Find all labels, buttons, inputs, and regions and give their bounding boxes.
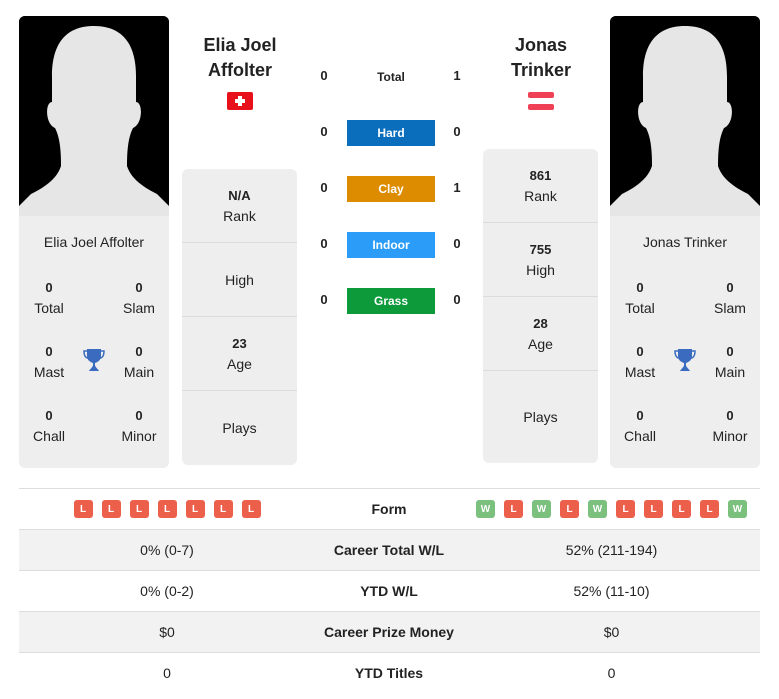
player1-total-titles: 0 Total	[34, 280, 64, 316]
form-win-badge[interactable]: W	[588, 500, 607, 518]
form-loss-badge[interactable]: L	[129, 500, 149, 518]
ytd-wl-row: 0% (0-2) YTD W/L 52% (11-10)	[19, 571, 760, 612]
career-wl-label: Career Total W/L	[333, 542, 445, 558]
h2h-clay-row: 0 Clay 1	[310, 176, 470, 202]
player2-chall-titles: 0 Chall	[624, 408, 656, 444]
player2-plays: Plays	[523, 409, 558, 425]
player1-age: 23 Age	[182, 317, 297, 391]
austria-flag-icon	[528, 92, 554, 110]
player2-mast-titles: 0 Mast	[624, 344, 656, 380]
form-loss-badge[interactable]: L	[700, 500, 719, 518]
trophy-icon	[82, 347, 106, 378]
player2-ytd-wl: 52% (11-10)	[573, 583, 650, 599]
form-loss-badge[interactable]: L	[672, 500, 691, 518]
player2-card: Jonas Trinker 0 Total 0 Slam 0 Mast 0 Main 0…	[610, 216, 760, 468]
player2-slam-titles: 0 Slam	[714, 280, 746, 316]
form-loss-badge[interactable]: L	[213, 500, 233, 518]
h2h-hard-row: 0 Hard 0	[310, 120, 470, 146]
form-loss-badge[interactable]: L	[644, 500, 663, 518]
form-loss-badge[interactable]: L	[241, 500, 261, 518]
player1-career-wl: 0% (0-7)	[140, 542, 194, 558]
comparison-table: LLLLLLL Form WLWLWLLLLW 0% (0-7) Career …	[19, 488, 760, 694]
player1-slam-titles: 0 Slam	[123, 280, 155, 316]
player2-minor-titles: 0 Minor	[712, 408, 748, 444]
form-win-badge[interactable]: W	[532, 500, 551, 518]
form-label: Form	[371, 501, 407, 517]
switzerland-flag-icon	[227, 92, 253, 110]
player1-plays: Plays	[222, 420, 257, 436]
form-win-badge[interactable]: W	[728, 500, 747, 518]
form-loss-badge[interactable]: L	[101, 500, 121, 518]
player1-high: High	[182, 243, 297, 317]
form-loss-badge[interactable]: L	[560, 500, 579, 518]
player1-ytd-titles: 0	[163, 665, 171, 681]
player2-ytd-titles: 0	[607, 665, 616, 681]
player1-prize-money: $0	[159, 624, 175, 640]
person-silhouette-icon	[19, 16, 169, 216]
career-wl-row: 0% (0-7) Career Total W/L 52% (211-194)	[19, 530, 760, 571]
form-row: LLLLLLL Form WLWLWLLLLW	[19, 489, 760, 530]
surface-clay-badge: Clay	[347, 176, 435, 202]
player2-main-titles: 0 Main	[714, 344, 746, 380]
player1-photo	[19, 16, 169, 216]
form-loss-badge[interactable]: L	[616, 500, 635, 518]
ytd-titles-label: YTD Titles	[354, 665, 424, 681]
player1-rank: N/A Rank	[182, 169, 297, 243]
form-loss-badge[interactable]: L	[504, 500, 523, 518]
player1-name[interactable]: Elia Joel Affolter	[175, 33, 305, 83]
player2-career-wl: 52% (211-194)	[565, 542, 658, 558]
player1-card: Elia Joel Affolter 0 Total 0 Slam 0 Mast 0M…	[19, 216, 169, 468]
form-loss-badge[interactable]: L	[73, 500, 93, 518]
player2-photo	[610, 16, 760, 216]
player2-rank: 861 Rank	[483, 149, 598, 223]
player1-chall-titles: 0 Chall	[33, 408, 65, 444]
player1-card-name: Elia Joel Affolter	[43, 234, 145, 250]
prize-money-row: $0 Career Prize Money $0	[19, 612, 760, 653]
ytd-wl-label: YTD W/L	[360, 583, 418, 599]
player1-minor-titles: 0 Minor	[121, 408, 157, 444]
surface-indoor-badge: Indoor	[347, 232, 435, 258]
player1-mast-titles: 0 Mast	[33, 344, 65, 380]
h2h-total-row: 0 Total 1	[310, 64, 470, 90]
surface-hard-badge: Hard	[347, 120, 435, 146]
player1-info-box: N/A Rank High 23 Age Plays	[182, 169, 297, 465]
player2-high: 755 High	[483, 223, 598, 297]
player2-info-box: 861 Rank 755 High 28 Age Plays	[483, 149, 598, 463]
trophy-icon	[673, 347, 697, 378]
form-loss-badge[interactable]: L	[185, 500, 205, 518]
h2h-total-label: Total	[377, 70, 405, 84]
ytd-titles-row: 0 YTD Titles 0	[19, 653, 760, 694]
player2-name[interactable]: Jonas Trinker	[476, 33, 606, 83]
player1-main-titles: 0 Main	[123, 344, 155, 380]
form-loss-badge[interactable]: L	[157, 500, 177, 518]
player1-form: LLLLLLL	[19, 489, 315, 529]
player2-card-name: Jonas Trinker	[642, 234, 728, 250]
player2-prize-money: $0	[603, 624, 620, 640]
form-win-badge[interactable]: W	[476, 500, 495, 518]
person-silhouette-icon	[610, 16, 760, 216]
h2h-indoor-row: 0 Indoor 0	[310, 232, 470, 258]
surface-grass-badge: Grass	[347, 288, 435, 314]
player2-form: WLWLWLLLLW	[463, 489, 760, 529]
player2-age: 28 Age	[483, 297, 598, 371]
h2h-grass-row: 0 Grass 0	[310, 288, 470, 314]
prize-money-label: Career Prize Money	[324, 624, 454, 640]
player1-ytd-wl: 0% (0-2)	[140, 583, 194, 599]
player2-total-titles: 0 Total	[625, 280, 655, 316]
